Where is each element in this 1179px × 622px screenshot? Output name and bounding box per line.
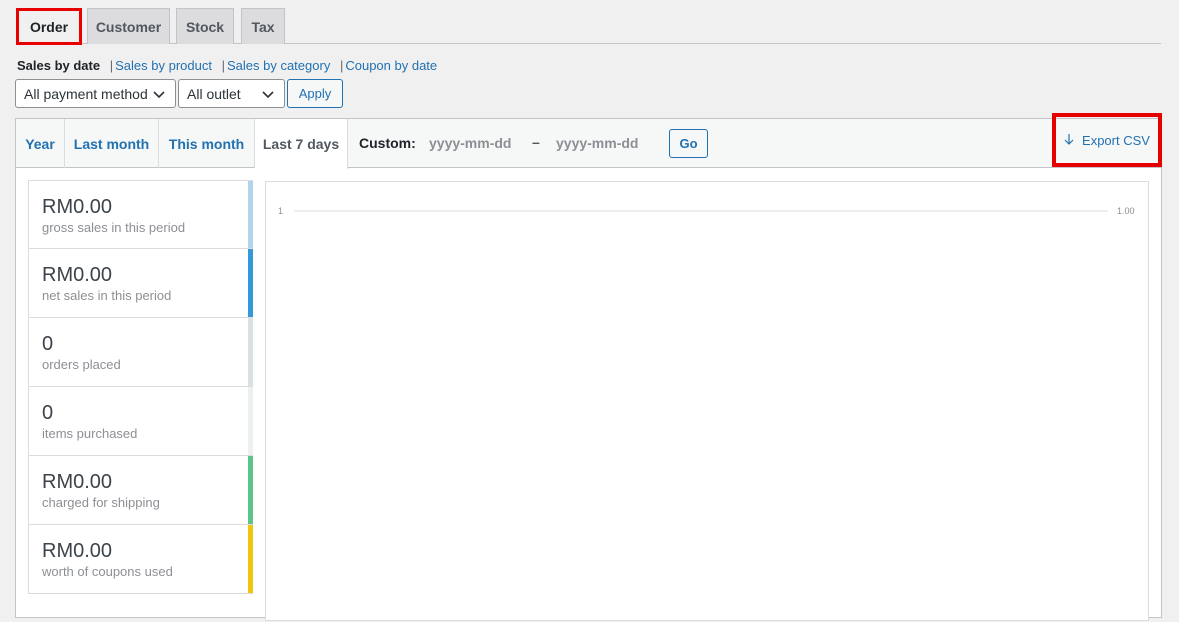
range-last-month[interactable]: Last month [65,119,159,168]
tab-tax[interactable]: Tax [241,8,285,44]
go-button[interactable]: Go [669,129,708,158]
export-csv-label: Export CSV [1082,132,1150,148]
chevron-down-icon [262,90,274,98]
legend-value: RM0.00 [42,196,113,218]
range-this-month[interactable]: This month [159,119,255,168]
legend-value: RM0.00 [42,471,113,493]
start-date-input[interactable]: yyyy-mm-dd [429,131,529,155]
legend-color-bar [248,387,253,455]
chevron-down-icon [153,90,165,98]
legend-label: charged for shipping [42,495,160,510]
subnav-separator: | [221,58,225,73]
range-last-7-days[interactable]: Last 7 days [255,119,348,169]
sales-chart: 1 1.00 [265,181,1149,621]
subnav-sales-by-product[interactable]: Sales by product [115,58,212,73]
legend-value: 0 [42,333,54,355]
subnav-separator: | [109,58,114,73]
chart-left-tick: 1 [278,206,283,216]
export-csv-button[interactable]: Export CSV [1052,113,1162,167]
chart-canvas: 1 1.00 [278,206,1135,216]
legend-label: orders placed [42,357,121,372]
date-range-dash: – [532,134,540,150]
download-arrow-icon [1064,134,1074,145]
tab-customer[interactable]: Customer [87,8,170,44]
subnav-coupon-by-date[interactable]: Coupon by date [345,58,437,73]
legend-value: RM0.00 [42,264,113,286]
legend-color-bar [248,525,253,593]
outlet-value: All outlet [187,85,241,102]
legend-value: RM0.00 [42,540,113,562]
legend-item-shipping[interactable]: RM0.00 charged for shipping [28,456,253,525]
legend-label: worth of coupons used [42,564,173,579]
subnav-sales-by-category[interactable]: Sales by category [227,58,330,73]
legend-item-items-purchased[interactable]: 0 items purchased [28,387,253,456]
report-panel: Year Last month This month Last 7 days C… [15,113,1162,621]
apply-button[interactable]: Apply [287,79,343,108]
legend-item-net-sales[interactable]: RM0.00 net sales in this period [28,249,253,318]
outlet-select[interactable]: All outlet [178,79,285,108]
subnav-separator: | [339,58,344,73]
legend-color-bar [248,181,253,248]
chart-right-tick: 1.00 [1117,206,1135,216]
legend-label: net sales in this period [42,288,172,303]
legend-color-bar [248,456,253,524]
legend-label: items purchased [42,426,138,441]
legend-label: gross sales in this period [42,220,186,235]
chart-legend: RM0.00 gross sales in this period RM0.00… [28,180,253,594]
legend-color-bar [248,318,253,386]
date-range-bar: Year Last month This month Last 7 days C… [16,113,1162,169]
tab-stock[interactable]: Stock [176,8,234,44]
payment-method-value: All payment method [24,85,148,102]
legend-item-gross-sales[interactable]: RM0.00 gross sales in this period [28,180,253,249]
report-tabs: Order Customer Stock Tax [16,8,1161,45]
legend-item-orders-placed[interactable]: 0 orders placed [28,318,253,387]
report-subnav: Sales by date | Sales by product | Sales b… [17,58,437,73]
legend-item-coupons[interactable]: RM0.00 worth of coupons used [28,525,253,594]
tab-order[interactable]: Order [16,8,82,45]
payment-method-select[interactable]: All payment method [15,79,176,108]
legend-value: 0 [42,402,54,424]
custom-range-label: Custom: [359,135,416,151]
subnav-sales-by-date[interactable]: Sales by date [17,58,100,73]
legend-color-bar [248,249,253,317]
range-year[interactable]: Year [16,119,65,168]
end-date-input[interactable]: yyyy-mm-dd [556,131,656,155]
